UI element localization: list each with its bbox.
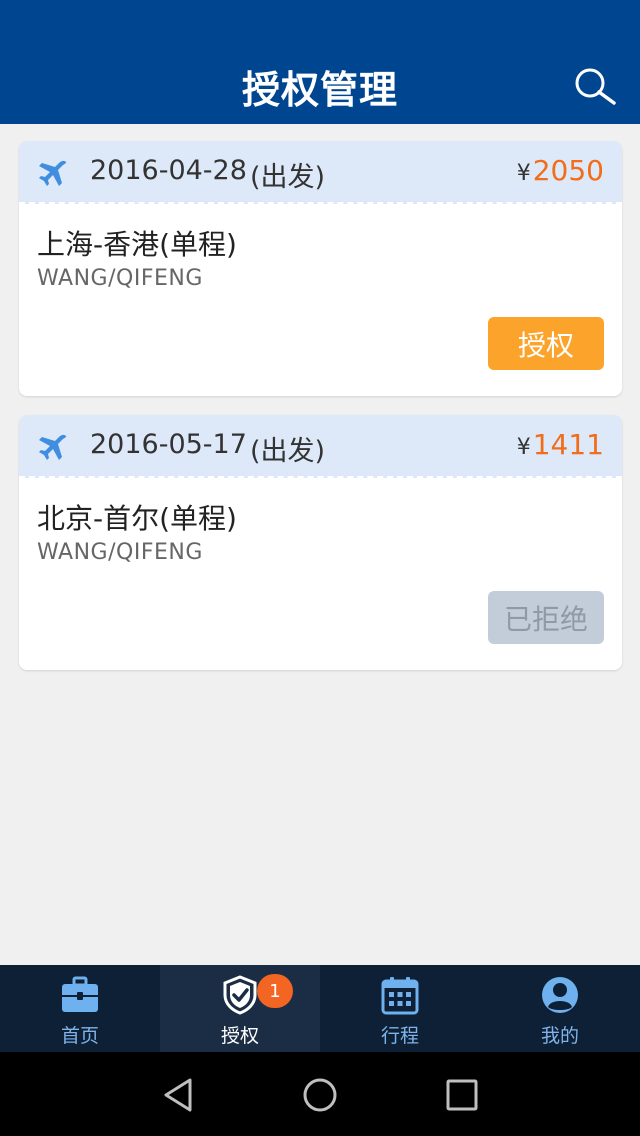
plane-icon bbox=[39, 160, 67, 186]
system-nav-bar bbox=[0, 1052, 640, 1136]
shield-check-icon bbox=[223, 975, 257, 1015]
page-title: 授权管理 bbox=[241, 67, 398, 112]
bottom-tab-bar: 首页 授权 1 行程 我的 bbox=[0, 965, 640, 1052]
tab-itinerary[interactable]: 行程 bbox=[320, 965, 480, 1052]
plane-icon bbox=[39, 434, 67, 460]
currency-symbol: ¥ bbox=[516, 161, 531, 186]
trip-date: 2016-04-28 bbox=[90, 155, 247, 186]
status-bar bbox=[0, 0, 640, 48]
depart-label: (出发) bbox=[250, 162, 326, 193]
back-icon[interactable] bbox=[160, 1076, 198, 1114]
trip-card[interactable]: 2016-04-28 (出发) ¥2050 上海-香港(单程) WANG/QIF… bbox=[19, 141, 622, 396]
trip-route: 上海-香港(单程) bbox=[37, 228, 237, 261]
recents-square-icon[interactable] bbox=[443, 1076, 481, 1114]
tab-label: 授权 bbox=[220, 1025, 259, 1047]
passenger-name: WANG/QIFENG bbox=[37, 266, 203, 291]
tab-label: 我的 bbox=[540, 1025, 579, 1047]
depart-label: (出发) bbox=[250, 436, 326, 467]
price-value: 2050 bbox=[532, 154, 604, 187]
trip-card-header: 2016-04-28 (出发) ¥2050 bbox=[19, 141, 622, 204]
authorize-button[interactable]: 授权 bbox=[488, 317, 604, 370]
home-circle-icon[interactable] bbox=[301, 1076, 339, 1114]
tab-home[interactable]: 首页 bbox=[0, 965, 160, 1052]
calendar-icon bbox=[381, 977, 419, 1015]
tab-label: 首页 bbox=[60, 1025, 99, 1047]
search-icon[interactable] bbox=[572, 66, 618, 106]
trip-card[interactable]: 2016-05-17 (出发) ¥1411 北京-首尔(单程) WANG/QIF… bbox=[19, 415, 622, 670]
price-value: 1411 bbox=[532, 428, 604, 461]
tab-label: 行程 bbox=[380, 1025, 419, 1047]
tab-profile[interactable]: 我的 bbox=[480, 965, 640, 1052]
currency-symbol: ¥ bbox=[516, 435, 531, 460]
trip-date: 2016-05-17 bbox=[90, 429, 247, 460]
rejected-status-button: 已拒绝 bbox=[488, 591, 604, 644]
passenger-name: WANG/QIFENG bbox=[37, 540, 203, 565]
user-icon bbox=[542, 977, 578, 1013]
trip-card-header: 2016-05-17 (出发) ¥1411 bbox=[19, 415, 622, 478]
tab-authorize[interactable]: 授权 1 bbox=[160, 965, 320, 1052]
trip-price: ¥1411 bbox=[517, 428, 604, 461]
app-header: 授权管理 bbox=[0, 48, 640, 124]
trip-price: ¥2050 bbox=[517, 154, 604, 187]
notification-badge: 1 bbox=[257, 974, 293, 1008]
trip-route: 北京-首尔(单程) bbox=[37, 502, 237, 535]
briefcase-icon bbox=[62, 976, 98, 1012]
